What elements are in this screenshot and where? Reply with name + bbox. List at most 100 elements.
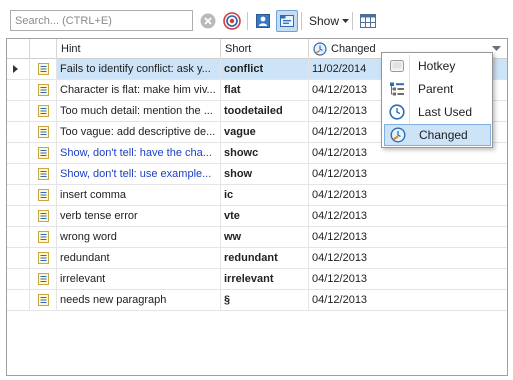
toolbar-separator	[301, 12, 302, 30]
columns-button[interactable]	[357, 10, 379, 32]
contact-card-icon	[256, 14, 270, 28]
hint-cell[interactable]: insert comma	[57, 185, 221, 205]
short-cell[interactable]: toodetailed	[221, 101, 309, 121]
clear-icon	[200, 13, 216, 29]
note-icon	[37, 84, 49, 96]
changed-cell[interactable]: 04/12/2013	[309, 290, 507, 310]
changed-cell[interactable]: 04/12/2013	[309, 269, 507, 289]
changed-column-label: Changed	[331, 43, 376, 55]
row-indicator	[7, 248, 30, 268]
note-icon	[37, 147, 49, 159]
menu-item-last-used[interactable]: Last Used	[384, 101, 491, 123]
short-cell[interactable]: showc	[221, 143, 309, 163]
row-icon-cell	[30, 248, 57, 268]
hint-cell[interactable]: Too much detail: mention the ...	[57, 101, 221, 121]
row-icon-cell	[30, 269, 57, 289]
row-icon-cell	[30, 227, 57, 247]
edit-clock-icon	[313, 42, 327, 56]
note-icon	[37, 252, 49, 264]
menu-item-parent[interactable]: Parent	[384, 78, 491, 100]
hint-column-label: Hint	[61, 43, 81, 55]
contact-button[interactable]	[252, 10, 274, 32]
clear-search-button[interactable]	[197, 10, 219, 32]
row-icon-cell	[30, 290, 57, 310]
hint-cell[interactable]: Show, don't tell: use example...	[57, 164, 221, 184]
hint-column-header[interactable]: Hint	[57, 39, 221, 59]
note-icon	[37, 63, 49, 75]
table-row[interactable]: redundant redundant 04/12/2013	[7, 248, 507, 269]
sort-menu: Hotkey Parent Last Used Changed	[381, 52, 493, 148]
row-indicator	[7, 269, 30, 289]
short-cell[interactable]: ww	[221, 227, 309, 247]
row-icon-cell	[30, 143, 57, 163]
hint-cell[interactable]: verb tense error	[57, 206, 221, 226]
menu-item-changed[interactable]: Changed	[384, 124, 491, 146]
icon-column-header[interactable]	[30, 39, 57, 59]
table-row[interactable]: irrelevant irrelevant 04/12/2013	[7, 269, 507, 290]
note-icon	[37, 273, 49, 285]
toolbar-separator	[352, 12, 353, 30]
table-row[interactable]: wrong word ww 04/12/2013	[7, 227, 507, 248]
hint-cell[interactable]: wrong word	[57, 227, 221, 247]
short-cell[interactable]: vague	[221, 122, 309, 142]
short-cell[interactable]: ic	[221, 185, 309, 205]
show-label: Show	[309, 14, 340, 28]
hint-cell[interactable]: needs new paragraph	[57, 290, 221, 310]
indicator-column-header	[7, 39, 30, 59]
short-cell[interactable]: vte	[221, 206, 309, 226]
show-dropdown[interactable]: Show	[306, 10, 352, 32]
table-row[interactable]: insert comma ic 04/12/2013	[7, 185, 507, 206]
search-input[interactable]	[10, 10, 193, 31]
row-indicator	[7, 59, 30, 79]
table-row[interactable]: needs new paragraph § 04/12/2013	[7, 290, 507, 311]
keyboard-key-icon	[390, 60, 404, 72]
toolbar: Show	[0, 0, 513, 38]
row-indicator	[7, 143, 30, 163]
row-indicator	[7, 80, 30, 100]
table-row[interactable]: verb tense error vte 04/12/2013	[7, 206, 507, 227]
short-cell[interactable]: irrelevant	[221, 269, 309, 289]
hint-cell[interactable]: Fails to identify conflict: ask y...	[57, 59, 221, 79]
row-icon-cell	[30, 59, 57, 79]
folder-filter-button[interactable]	[276, 10, 298, 32]
menu-item-label: Parent	[418, 82, 454, 96]
short-cell[interactable]: redundant	[221, 248, 309, 268]
short-cell[interactable]: show	[221, 164, 309, 184]
note-icon	[37, 231, 49, 243]
short-column-label: Short	[225, 43, 252, 55]
tree-list-icon	[390, 82, 404, 96]
row-icon-cell	[30, 101, 57, 121]
changed-cell[interactable]: 04/12/2013	[309, 227, 507, 247]
row-icon-cell	[30, 164, 57, 184]
short-cell[interactable]: flat	[221, 80, 309, 100]
hint-cell[interactable]: Too vague: add descriptive de...	[57, 122, 221, 142]
folder-view-icon	[280, 15, 294, 27]
table-row[interactable]: Show, don't tell: use example... show 04/1…	[7, 164, 507, 185]
row-indicator	[7, 101, 30, 121]
short-cell[interactable]: conflict	[221, 59, 309, 79]
chevron-down-icon	[342, 18, 350, 23]
changed-cell[interactable]: 04/12/2013	[309, 206, 507, 226]
hint-cell[interactable]: Show, don't tell: have the cha...	[57, 143, 221, 163]
row-indicator	[7, 290, 30, 310]
row-icon-cell	[30, 80, 57, 100]
hint-cell[interactable]: irrelevant	[57, 269, 221, 289]
hint-cell[interactable]: redundant	[57, 248, 221, 268]
hint-cell[interactable]: Character is flat: make him viv...	[57, 80, 221, 100]
changed-cell[interactable]: 04/12/2013	[309, 164, 507, 184]
menu-item-hotkey[interactable]: Hotkey	[384, 55, 491, 77]
changed-cell[interactable]: 04/12/2013	[309, 185, 507, 205]
row-icon-cell	[30, 185, 57, 205]
locate-button[interactable]	[221, 10, 243, 32]
row-indicator	[7, 206, 30, 226]
toolbar-separator	[247, 12, 248, 30]
note-icon	[37, 189, 49, 201]
note-icon	[37, 210, 49, 222]
short-column-header[interactable]: Short	[221, 39, 309, 59]
short-cell[interactable]: §	[221, 290, 309, 310]
changed-cell[interactable]: 04/12/2013	[309, 248, 507, 268]
menu-item-label: Hotkey	[418, 59, 456, 73]
note-icon	[37, 168, 49, 180]
menu-item-label: Last Used	[418, 105, 473, 119]
sort-dropdown-icon[interactable]	[492, 46, 501, 52]
